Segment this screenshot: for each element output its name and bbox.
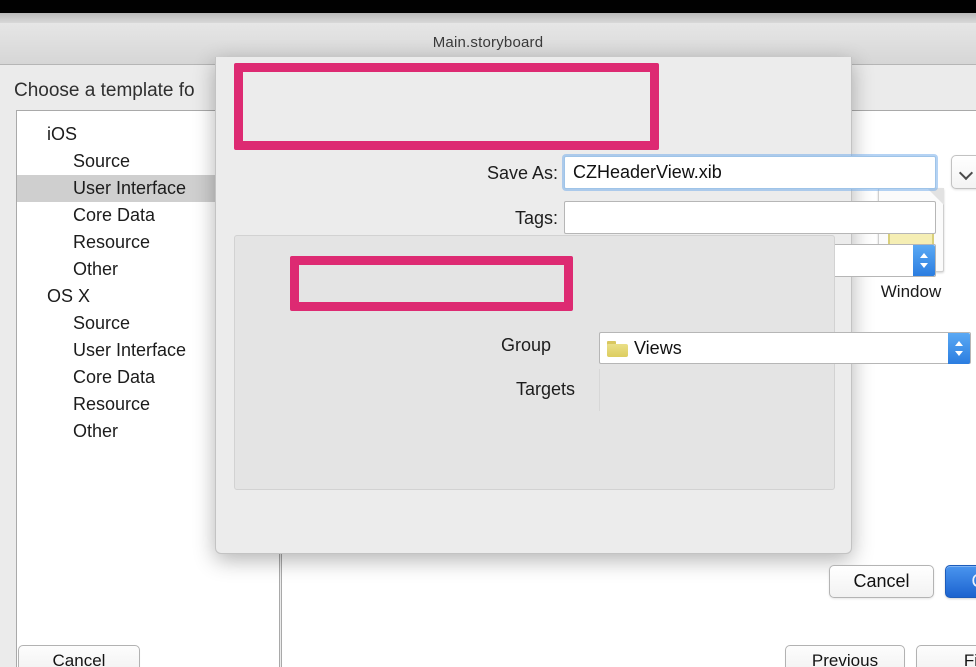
template-category-label: Resource [73, 394, 151, 414]
template-category-label: User Interface [73, 178, 187, 198]
targets-label: Targets [516, 379, 576, 399]
template-item-label: Window [880, 282, 942, 301]
where-stepper-arrows-icon[interactable] [913, 245, 935, 276]
sheet-cancel-button[interactable]: Cancel [829, 565, 934, 598]
screenshot-root: Main.storyboard Choose a template fo iOS… [0, 0, 976, 667]
tags-label: Tags: [514, 208, 558, 228]
window-title: Main.storyboard [432, 34, 544, 51]
wizard-previous-button[interactable]: Previous [785, 645, 905, 667]
template-category-label: Other [73, 421, 119, 441]
sheet-create-button[interactable]: Create [945, 565, 976, 598]
template-category-label: Other [73, 259, 119, 279]
targets-divider [599, 369, 600, 411]
group-value: Views [634, 338, 682, 358]
template-category-label: Source [73, 151, 131, 171]
template-category-label: iOS [47, 124, 78, 144]
group-popup-button[interactable]: Views [599, 332, 971, 364]
template-category-label: Resource [73, 232, 151, 252]
template-category-label: Core Data [73, 367, 156, 387]
template-category-label: OS X [47, 286, 91, 306]
wizard-cancel-button[interactable]: Cancel [18, 645, 140, 667]
chevron-down-icon [961, 168, 972, 175]
save-file-sheet: Save As: CZHeaderView.xib Tags: Where: 0… [215, 57, 976, 598]
assistant-prompt: Choose a template fo [14, 80, 195, 101]
save-as-input[interactable]: CZHeaderView.xib [564, 156, 936, 189]
template-category-label: User Interface [73, 340, 187, 360]
wizard-next-button[interactable]: Fi [916, 645, 976, 667]
group-stepper-arrows-icon[interactable] [948, 333, 970, 364]
folder-yellow-icon [607, 341, 628, 357]
expand-browser-button[interactable] [951, 155, 976, 189]
window-chrome-strip [0, 13, 976, 35]
tags-input[interactable] [564, 201, 936, 234]
save-as-label: Save As: [486, 163, 558, 183]
template-category-label: Source [73, 313, 131, 333]
group-label: Group [501, 335, 552, 355]
screen-top-black-bar [0, 0, 976, 13]
template-category-label: Core Data [73, 205, 156, 225]
